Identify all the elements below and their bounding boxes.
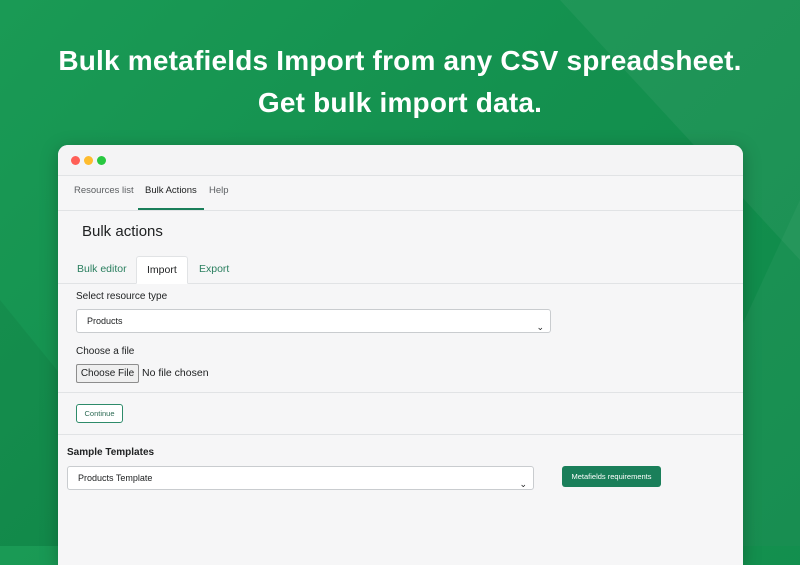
top-navigation: Resources list Bulk Actions Help bbox=[58, 176, 743, 211]
sample-template-value: Products Template bbox=[78, 473, 153, 483]
promo-headline: Bulk metafields Import from any CSV spre… bbox=[0, 40, 800, 124]
tab-export[interactable]: Export bbox=[189, 256, 239, 282]
close-window-dot[interactable] bbox=[71, 156, 80, 165]
chevron-down-icon: ⌄ bbox=[536, 322, 544, 332]
tab-import[interactable]: Import bbox=[136, 256, 188, 284]
tab-bulk-editor[interactable]: Bulk editor bbox=[67, 256, 137, 282]
app-window: Resources list Bulk Actions Help Bulk ac… bbox=[58, 145, 743, 565]
section-divider bbox=[58, 434, 743, 435]
bulk-action-tabs: Bulk editor Import Export bbox=[58, 256, 743, 284]
sample-template-select[interactable]: Products Template ⌄ bbox=[67, 466, 534, 490]
choose-file-button[interactable]: Choose File bbox=[76, 364, 139, 383]
continue-button[interactable]: Continue bbox=[76, 404, 123, 423]
page-title: Bulk actions bbox=[82, 223, 163, 240]
section-divider bbox=[58, 392, 743, 393]
nav-item-bulk-actions[interactable]: Bulk Actions bbox=[138, 176, 204, 210]
maximize-window-dot[interactable] bbox=[97, 156, 106, 165]
nav-item-help[interactable]: Help bbox=[209, 176, 229, 208]
resource-type-select[interactable]: Products ⌄ bbox=[76, 309, 551, 333]
choose-file-label: Choose a file bbox=[76, 346, 135, 357]
chevron-down-icon: ⌄ bbox=[519, 479, 527, 489]
nav-item-resources-list[interactable]: Resources list bbox=[74, 176, 134, 208]
resource-type-label: Select resource type bbox=[76, 291, 168, 302]
minimize-window-dot[interactable] bbox=[84, 156, 93, 165]
headline-line-2: Get bulk import data. bbox=[257, 87, 543, 118]
sample-templates-heading: Sample Templates bbox=[67, 447, 155, 458]
resource-type-value: Products bbox=[87, 316, 123, 326]
file-status-text: No file chosen bbox=[142, 367, 209, 379]
headline-line-1: Bulk metafields Import from any CSV spre… bbox=[58, 45, 742, 76]
window-titlebar bbox=[58, 145, 743, 176]
metafields-requirements-button[interactable]: Metafields requirements bbox=[562, 466, 661, 487]
